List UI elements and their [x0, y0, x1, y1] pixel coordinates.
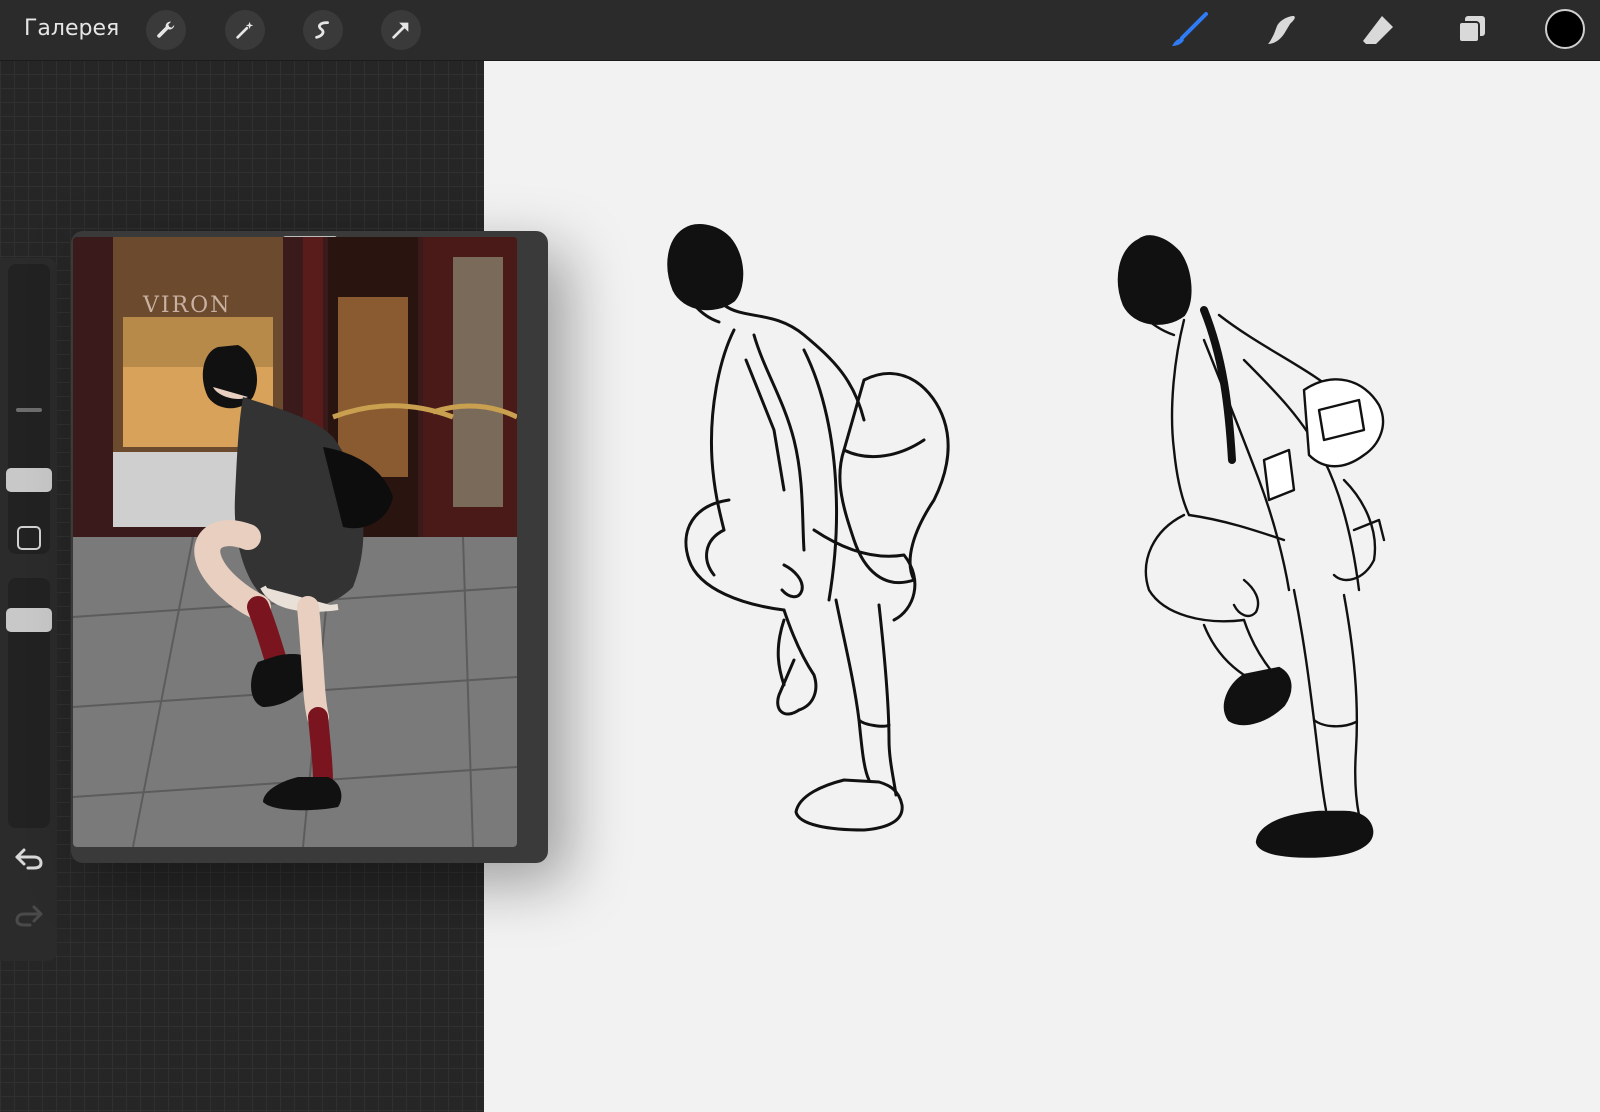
reference-photo: VIRON: [73, 237, 517, 847]
opacity-handle[interactable]: [6, 608, 52, 632]
gallery-button[interactable]: Галерея: [24, 14, 119, 44]
color-picker-swatch[interactable]: [1545, 9, 1585, 49]
reference-window[interactable]: VIRON: [71, 231, 548, 863]
transform-arrow-icon[interactable]: [381, 10, 421, 50]
left-sidebar: [0, 258, 57, 961]
drawing-canvas[interactable]: [484, 60, 1600, 1112]
brush-icon[interactable]: [1168, 10, 1212, 50]
layers-icon[interactable]: [1450, 10, 1494, 50]
selection-icon[interactable]: [303, 10, 343, 50]
wrench-icon[interactable]: [146, 10, 186, 50]
sketch-refined: [1117, 235, 1386, 858]
brush-size-indicator: [16, 408, 42, 412]
magic-wand-icon[interactable]: [225, 10, 265, 50]
modify-button[interactable]: [17, 526, 41, 550]
top-toolbar: Галерея: [0, 0, 1600, 61]
storefront-sign: VIRON: [142, 293, 231, 318]
eraser-icon[interactable]: [1356, 10, 1400, 50]
brush-size-slider[interactable]: [8, 264, 50, 554]
redo-icon[interactable]: [14, 903, 44, 933]
smudge-icon[interactable]: [1260, 10, 1304, 50]
brush-size-handle[interactable]: [6, 468, 52, 492]
undo-icon[interactable]: [14, 846, 44, 876]
